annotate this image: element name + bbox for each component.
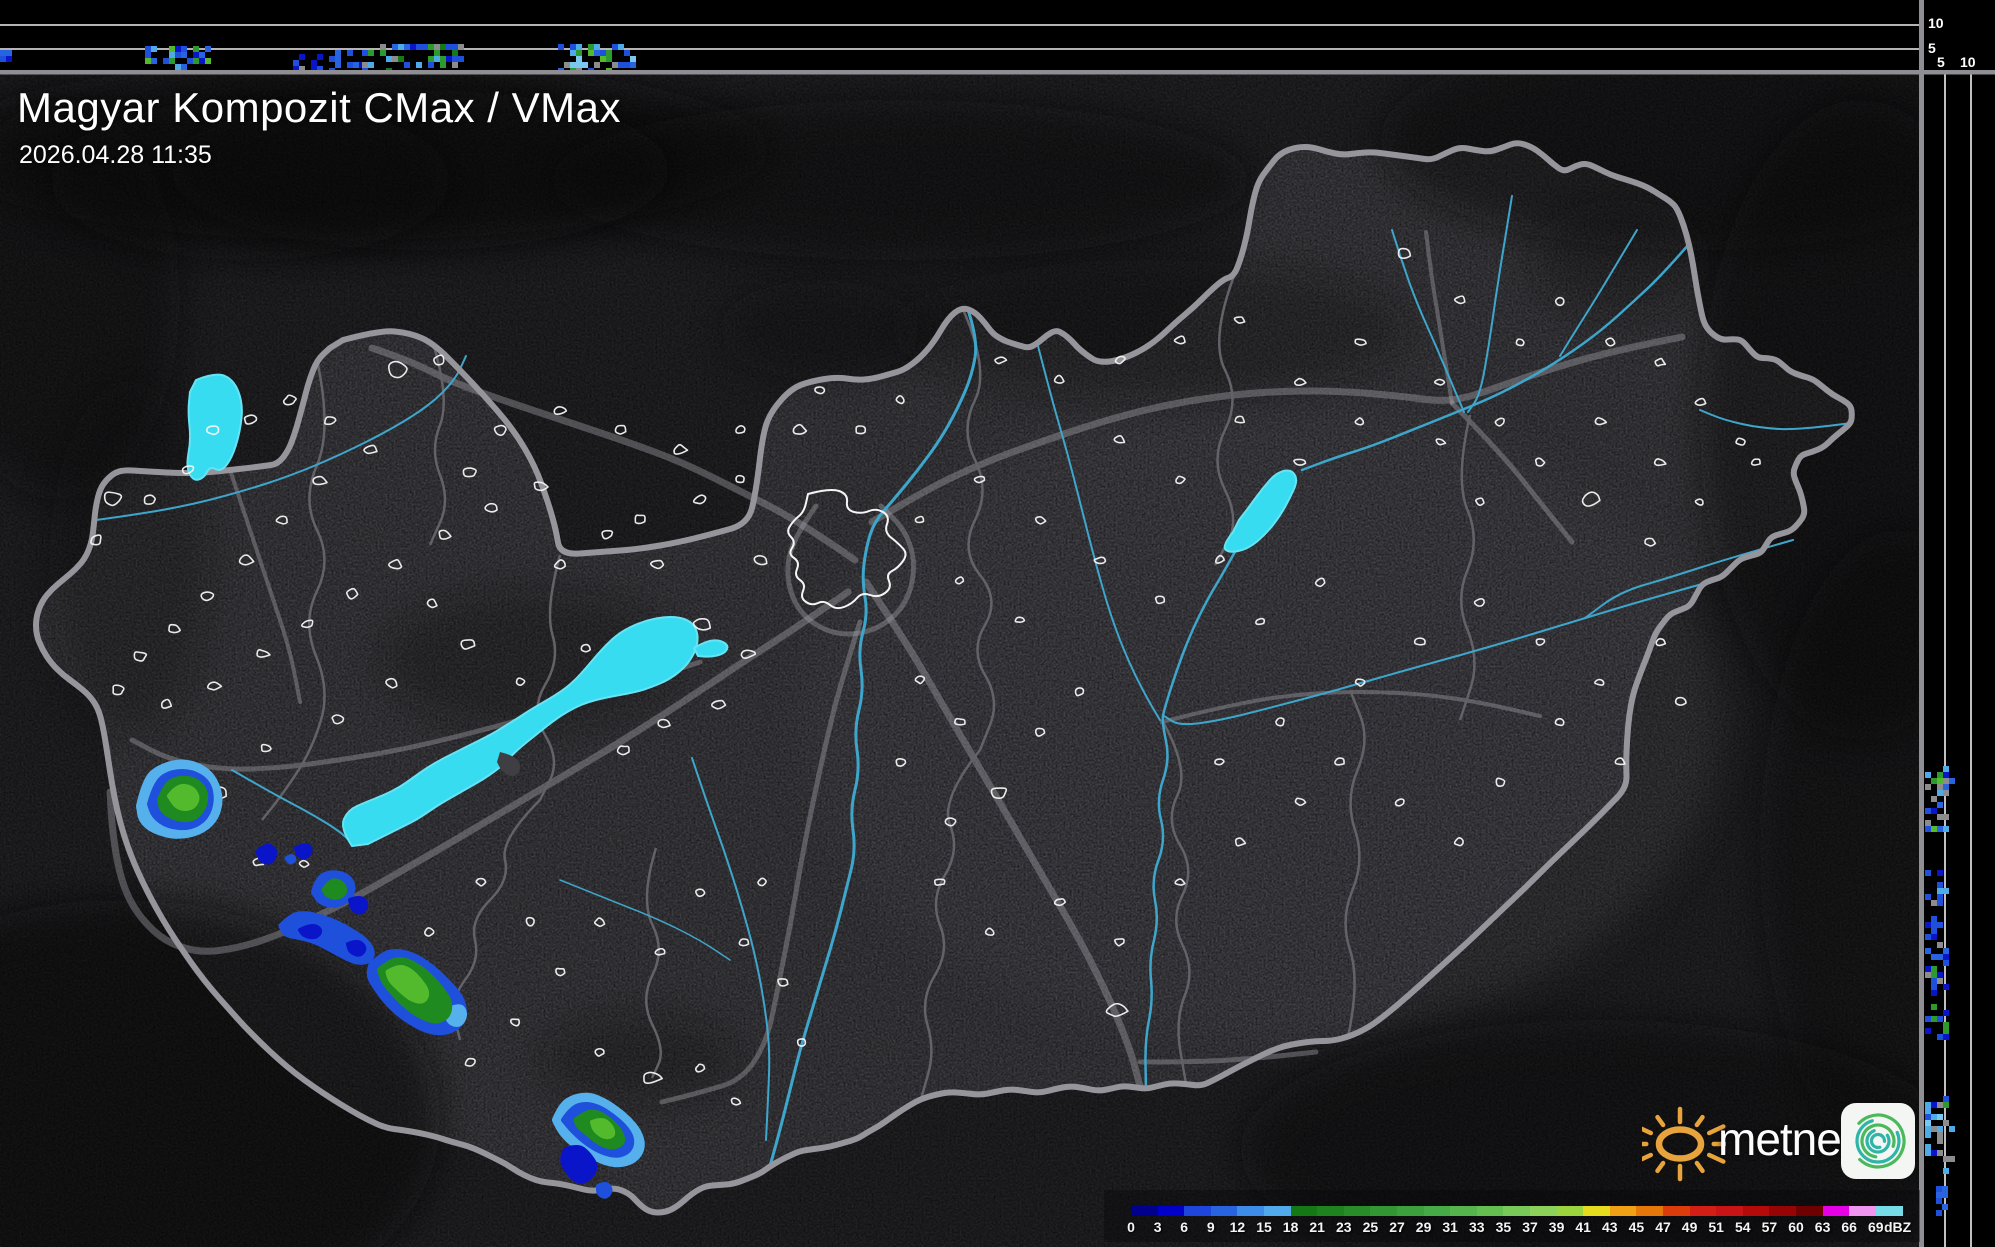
colorbar-segment <box>1609 1206 1637 1216</box>
colorbar-segment <box>1503 1206 1531 1216</box>
colorbar-tick-label: 69 <box>1868 1219 1884 1235</box>
colorbar-tick-label: 41 <box>1575 1219 1591 1235</box>
horizontal-separator <box>0 70 1995 75</box>
colorbar-tick-label: 37 <box>1522 1219 1538 1235</box>
page-title: Magyar Kompozit CMax / VMax <box>17 84 622 131</box>
colorbar-tick-label: 60 <box>1788 1219 1804 1235</box>
colorbar-segment <box>1716 1206 1744 1216</box>
colorbar-segment <box>1796 1206 1824 1216</box>
right-profile-axis-label-10km: 10 <box>1960 54 1976 70</box>
top-profile-axis-label-10km: 10 <box>1928 15 1944 31</box>
radar-map-canvas <box>0 0 1995 1247</box>
colorbar-tick-label: 27 <box>1389 1219 1405 1235</box>
colorbar-segment <box>1583 1206 1611 1216</box>
colorbar-segment <box>1636 1206 1664 1216</box>
colorbar-segment <box>1689 1206 1717 1216</box>
colorbar-segment <box>1370 1206 1398 1216</box>
colorbar-segment <box>1397 1206 1425 1216</box>
colorbar-tick-label: 49 <box>1681 1219 1698 1235</box>
colorbar-tick-label: 47 <box>1655 1219 1671 1235</box>
reflectivity-colorbar: dBZ 0 3 6 9 12 15 18 21 23 25 27 29 31 33 35 37 39 41 43 45… <box>1104 1190 1920 1242</box>
metnet-spiral-app-icon <box>1841 1103 1915 1179</box>
colorbar-segment <box>1822 1206 1850 1216</box>
colorbar-segment <box>1290 1206 1318 1216</box>
colorbar-segment <box>1849 1206 1877 1216</box>
colorbar-tick-label: 18 <box>1282 1219 1299 1235</box>
colorbar-segment <box>1423 1206 1451 1216</box>
colorbar-tick-label: 45 <box>1628 1219 1645 1235</box>
metnet-wordmark: metnet <box>1718 1113 1854 1165</box>
sun-icon <box>1642 1106 1726 1182</box>
right-profile-axis-label-5km: 5 <box>1937 54 1945 70</box>
colorbar-segment <box>1210 1206 1238 1216</box>
colorbar-tick-label: 66 <box>1841 1219 1857 1235</box>
colorbar-tick-label: 54 <box>1735 1219 1751 1235</box>
map-layers <box>0 74 1919 1247</box>
colorbar-tick-label: 33 <box>1469 1219 1485 1235</box>
colorbar-segment <box>1131 1206 1159 1216</box>
colorbar-tick-label: 39 <box>1548 1219 1565 1235</box>
colorbar-tick-label: 23 <box>1336 1219 1352 1235</box>
colorbar-tick-label: 21 <box>1309 1219 1325 1235</box>
vertical-separator <box>1919 0 1924 1247</box>
colorbar-tick-label: 31 <box>1442 1219 1458 1235</box>
top-profile-axis-label-5km: 5 <box>1928 40 1936 56</box>
colorbar-tick-label: 0 <box>1127 1219 1135 1235</box>
colorbar-segment <box>1556 1206 1584 1216</box>
colorbar-tick-label: 15 <box>1256 1219 1272 1235</box>
colorbar-segment <box>1450 1206 1478 1216</box>
colorbar-tick-label: 9 <box>1206 1219 1215 1235</box>
radar-viewer: Magyar Kompozit CMax / VMax 2026.04.28 1… <box>0 0 1995 1247</box>
colorbar-segment <box>1663 1206 1691 1216</box>
colorbar-tick-label: 35 <box>1495 1219 1512 1235</box>
metnet-logo: metnet <box>1642 1098 1922 1190</box>
colorbar-segment <box>1157 1206 1185 1216</box>
colorbar-segment <box>1476 1206 1504 1216</box>
colorbar-unit-label: dBZ <box>1884 1219 1912 1235</box>
timestamp: 2026.04.28 11:35 <box>19 141 212 169</box>
colorbar-segment <box>1184 1206 1212 1216</box>
colorbar-tick-label: 63 <box>1814 1219 1831 1235</box>
colorbar-tick-label: 3 <box>1153 1219 1162 1235</box>
right-profile-strip <box>1924 74 1995 1247</box>
colorbar-tick-label: 12 <box>1229 1219 1246 1235</box>
top-profile-strip <box>0 0 1919 74</box>
colorbar-segment <box>1237 1206 1265 1216</box>
colorbar-tick-label: 6 <box>1180 1219 1189 1235</box>
colorbar-tick-label: 57 <box>1761 1219 1778 1235</box>
colorbar-tick-label: 43 <box>1602 1219 1618 1235</box>
colorbar-tick-label: 29 <box>1415 1219 1432 1235</box>
colorbar-segment <box>1875 1206 1903 1216</box>
colorbar-segment <box>1264 1206 1292 1216</box>
colorbar-segment <box>1317 1206 1345 1216</box>
colorbar-segment <box>1769 1206 1797 1216</box>
colorbar-tick-label: 25 <box>1362 1219 1379 1235</box>
colorbar-segment <box>1742 1206 1770 1216</box>
colorbar-segment <box>1530 1206 1558 1216</box>
colorbar-tick-label: 51 <box>1708 1219 1724 1235</box>
colorbar-segment <box>1343 1206 1371 1216</box>
